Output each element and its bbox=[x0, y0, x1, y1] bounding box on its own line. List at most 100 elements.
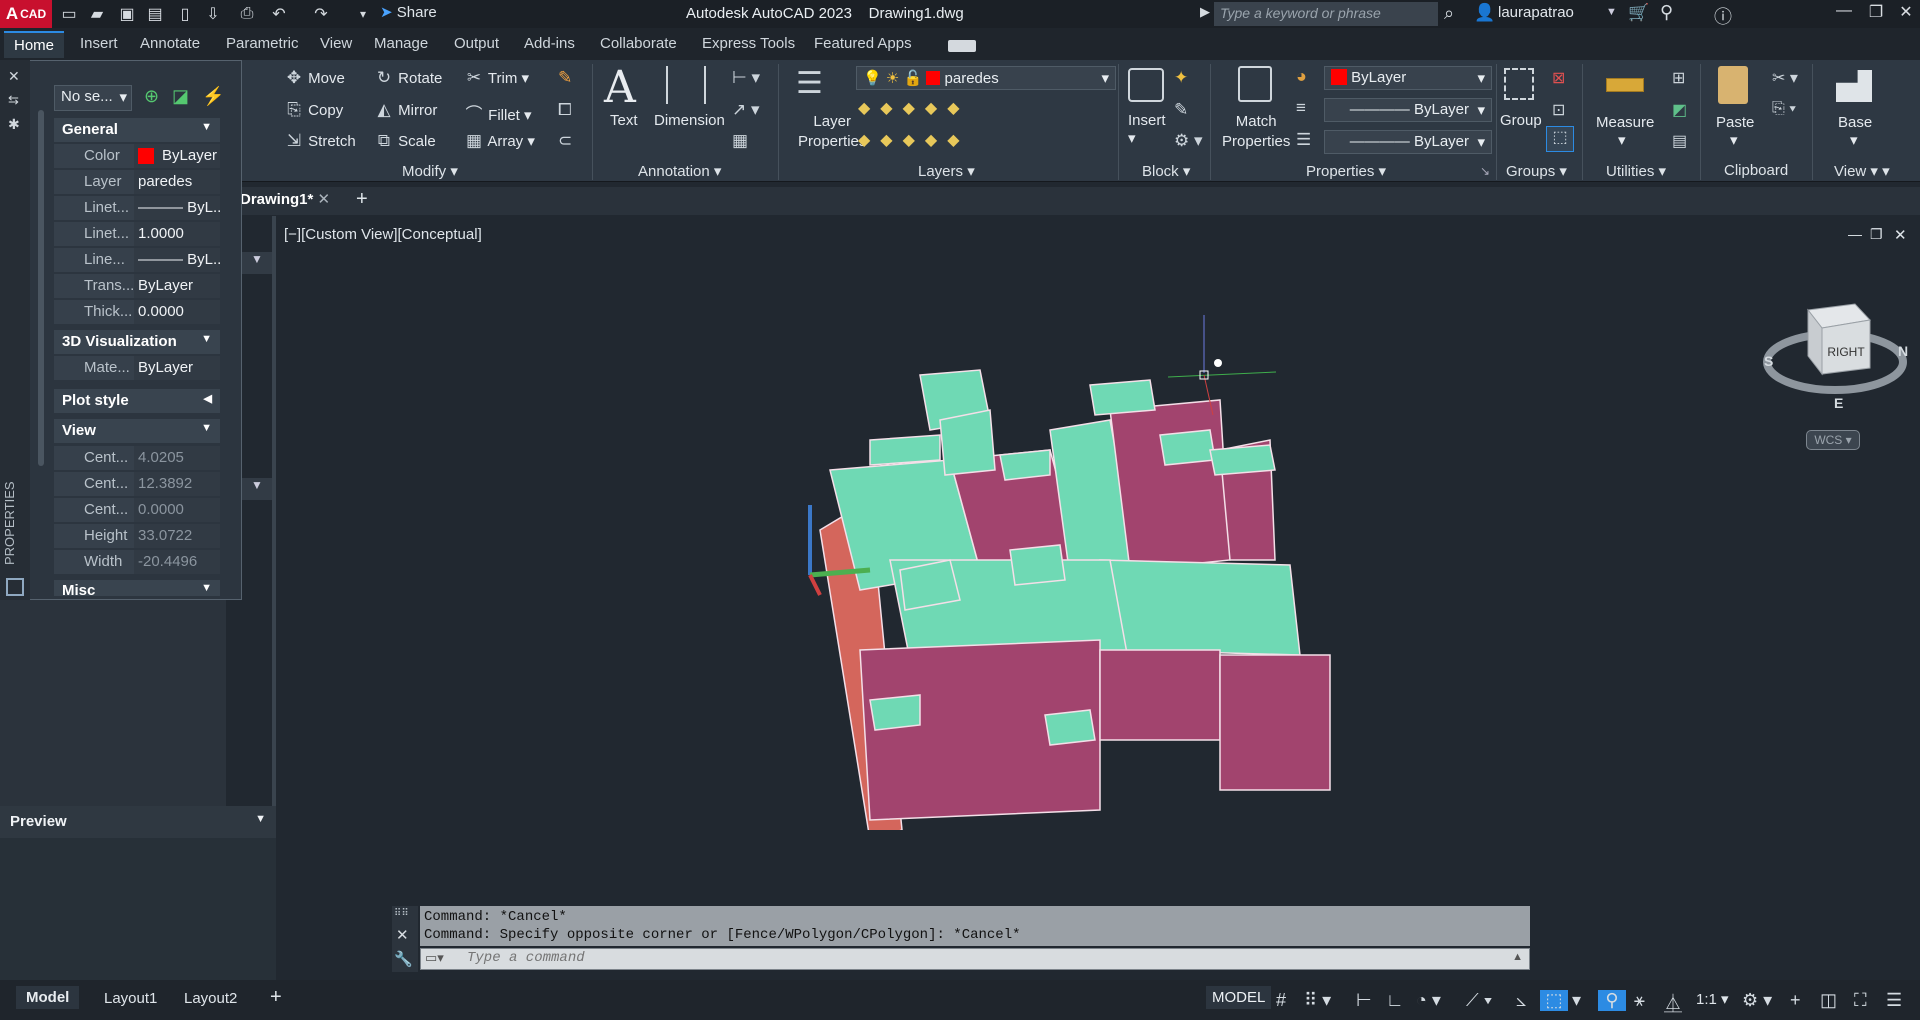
group-icon[interactable] bbox=[1504, 68, 1534, 100]
annotation-visibility-icon[interactable]: ⚲ bbox=[1598, 990, 1626, 1011]
multileader-icon[interactable]: ↗ ▾ bbox=[732, 100, 760, 120]
panel-launcher-icon[interactable]: ↘ bbox=[1480, 164, 1490, 178]
workspace-gear-icon[interactable]: ⚙ ▾ bbox=[1742, 990, 1772, 1011]
create-block-icon[interactable]: ✦ bbox=[1174, 68, 1188, 88]
preview-header[interactable]: Preview ▼ bbox=[0, 806, 276, 838]
layer-properties-button[interactable]: Layer Properties bbox=[798, 112, 866, 152]
paste-icon[interactable] bbox=[1718, 66, 1748, 104]
save-icon[interactable]: ▣ bbox=[116, 3, 138, 25]
group-edit-icon[interactable]: ⊡ bbox=[1552, 100, 1565, 120]
section-view[interactable]: View ▼ bbox=[54, 419, 220, 443]
insert-button[interactable]: Insert ▾ bbox=[1128, 112, 1166, 147]
tab-insert[interactable]: Insert bbox=[80, 35, 118, 52]
tab-layout1[interactable]: Layout1 bbox=[104, 990, 157, 1007]
section-general[interactable]: General ▼ bbox=[54, 118, 220, 142]
property-row-height[interactable]: Height 33.0722 bbox=[54, 524, 220, 549]
wcs-menu[interactable]: WCS ▾ bbox=[1806, 430, 1860, 450]
selection-dropdown-icon[interactable]: ▾ bbox=[1572, 990, 1581, 1011]
id-point-icon[interactable]: ⊞ bbox=[1672, 68, 1685, 88]
tab-manage[interactable]: Manage bbox=[374, 35, 428, 52]
close-palette-icon[interactable]: ✕ bbox=[8, 68, 20, 85]
model-space-toggle[interactable]: MODEL bbox=[1206, 986, 1272, 1009]
plot-icon[interactable]: ⎙ bbox=[236, 3, 258, 25]
array-button[interactable]: ▦ Array ▾ bbox=[464, 131, 535, 151]
panel-title-modify[interactable]: Modify ▾ bbox=[402, 162, 458, 180]
insert-block-icon[interactable] bbox=[1128, 68, 1164, 102]
share-button[interactable]: ➤ Share bbox=[380, 3, 437, 21]
tab-add-ins[interactable]: Add-ins bbox=[524, 35, 575, 52]
property-row-transparency[interactable]: Trans... ByLayer bbox=[54, 274, 220, 299]
text-button[interactable]: Text bbox=[610, 112, 638, 129]
command-input[interactable] bbox=[467, 950, 1467, 966]
tab-parametric[interactable]: Parametric bbox=[226, 35, 299, 52]
tab-output[interactable]: Output bbox=[454, 35, 499, 52]
toggle-pickadd-icon[interactable]: ⊕ bbox=[144, 86, 159, 107]
polar-icon[interactable]: ◔ ▾ bbox=[1416, 990, 1441, 1011]
measure-icon[interactable] bbox=[1606, 78, 1644, 92]
mirror-button[interactable]: ◭ Mirror bbox=[374, 100, 437, 120]
layer-tools-row2-icons[interactable]: ◆◆◆◆◆ bbox=[858, 130, 970, 150]
rotate-button[interactable]: ↻ Rotate bbox=[374, 68, 443, 88]
isolate-objects-icon[interactable]: ◫ bbox=[1820, 990, 1837, 1011]
panel-title-layers[interactable]: Layers ▾ bbox=[918, 162, 975, 180]
layer-dropdown[interactable]: 💡 ☀ 🔓 paredes ▾ bbox=[856, 66, 1116, 90]
autohide-icon[interactable]: ⇆ bbox=[8, 92, 19, 108]
leader-icon[interactable]: ⊢ ▾ bbox=[732, 68, 760, 88]
group-selection-icon[interactable]: ⬚ bbox=[1546, 126, 1574, 152]
tab-layout2[interactable]: Layout2 bbox=[184, 990, 237, 1007]
property-row-center-y[interactable]: Cent... 12.3892 bbox=[54, 472, 220, 497]
save-as-icon[interactable]: ▤ bbox=[144, 3, 166, 25]
erase-icon[interactable]: ✎ bbox=[558, 68, 572, 88]
cut-icon[interactable]: ✂ ▾ bbox=[1772, 68, 1798, 88]
snap-icon[interactable]: ⠿ ▾ bbox=[1304, 990, 1331, 1011]
compass-east[interactable]: E bbox=[1834, 395, 1843, 411]
panel-title-block[interactable]: Block ▾ bbox=[1142, 162, 1190, 180]
property-row-material[interactable]: Mate... ByLayer bbox=[54, 356, 220, 381]
save-web-icon[interactable]: ⇩ bbox=[202, 3, 224, 25]
clean-screen-icon[interactable]: ⛶ bbox=[1854, 990, 1867, 1011]
property-row-thickness[interactable]: Thick... 0.0000 bbox=[54, 300, 220, 325]
viewport-restore-icon[interactable]: ❐ bbox=[1870, 226, 1883, 243]
auto-scale-icon[interactable]: ⚹ bbox=[1634, 990, 1645, 1011]
copy-button[interactable]: ⎘ Copy bbox=[284, 100, 343, 120]
ungroup-icon[interactable]: ⊠ bbox=[1552, 68, 1565, 88]
app-logo[interactable]: A CAD bbox=[0, 0, 52, 28]
edit-attributes-icon[interactable]: ⚙ ▾ bbox=[1174, 131, 1203, 151]
copy-clip-icon[interactable]: ⎘ ▾ bbox=[1772, 100, 1796, 118]
paste-button[interactable]: Paste ▾ bbox=[1716, 114, 1754, 149]
selection-dropdown[interactable]: No se... ▾ bbox=[54, 85, 132, 111]
user-name[interactable]: laurapatrao bbox=[1498, 4, 1574, 21]
infer-constraints-icon[interactable]: ⊢ bbox=[1356, 990, 1372, 1011]
move-button[interactable]: ✥ Move bbox=[284, 68, 345, 88]
palette-scrollbar[interactable] bbox=[38, 110, 44, 466]
help-icon[interactable]: ⓘ bbox=[1714, 3, 1732, 29]
panel-title-annotation[interactable]: Annotation ▾ bbox=[638, 162, 721, 180]
restore-icon[interactable]: ❐ bbox=[1862, 2, 1890, 26]
group-button[interactable]: Group bbox=[1500, 112, 1542, 129]
osnap-tracking-icon[interactable]: ⟋ ▾ bbox=[1466, 990, 1492, 1011]
property-row-center-x[interactable]: Cent... 4.0205 bbox=[54, 446, 220, 471]
close-icon[interactable]: ✕ bbox=[1892, 2, 1920, 26]
panel-title-utilities[interactable]: Utilities ▾ bbox=[1606, 162, 1666, 180]
open-icon[interactable]: ▰ bbox=[86, 3, 108, 25]
dock-collapse-icon[interactable]: ▼ bbox=[242, 252, 272, 274]
property-row-linetype[interactable]: Linet... ——— ByL... bbox=[54, 196, 220, 221]
explode-icon[interactable]: ⧠ bbox=[558, 100, 572, 120]
customize-icon[interactable]: 🔧 bbox=[394, 950, 413, 968]
panel-title-properties[interactable]: Properties ▾ bbox=[1306, 162, 1386, 180]
property-row-lineweight[interactable]: Line... ——— ByL... bbox=[54, 248, 220, 273]
compass-north[interactable]: N bbox=[1898, 343, 1908, 359]
annotation-scale-icon[interactable]: ⏅ bbox=[1664, 990, 1682, 1016]
viewport-close-icon[interactable]: ✕ bbox=[1894, 226, 1907, 244]
dimension-button[interactable]: Dimension bbox=[654, 112, 725, 129]
close-command-icon[interactable]: ✕ bbox=[396, 926, 409, 944]
section-plot-style[interactable]: Plot style ◀ bbox=[54, 389, 220, 413]
file-tab-drawing1[interactable]: Drawing1* ✕ bbox=[240, 190, 330, 208]
layer-properties-icon[interactable]: ☰ bbox=[796, 66, 823, 101]
tab-view[interactable]: View bbox=[320, 35, 352, 52]
property-row-linetype-scale[interactable]: Linet... 1.0000 bbox=[54, 222, 220, 247]
stretch-button[interactable]: ⇲ Stretch bbox=[284, 131, 356, 151]
user-dropdown-icon[interactable]: ▼ bbox=[1606, 6, 1617, 18]
select-objects-icon[interactable]: ◪ bbox=[172, 86, 189, 107]
object-color-dropdown[interactable]: ByLayer ▾ bbox=[1324, 66, 1492, 90]
